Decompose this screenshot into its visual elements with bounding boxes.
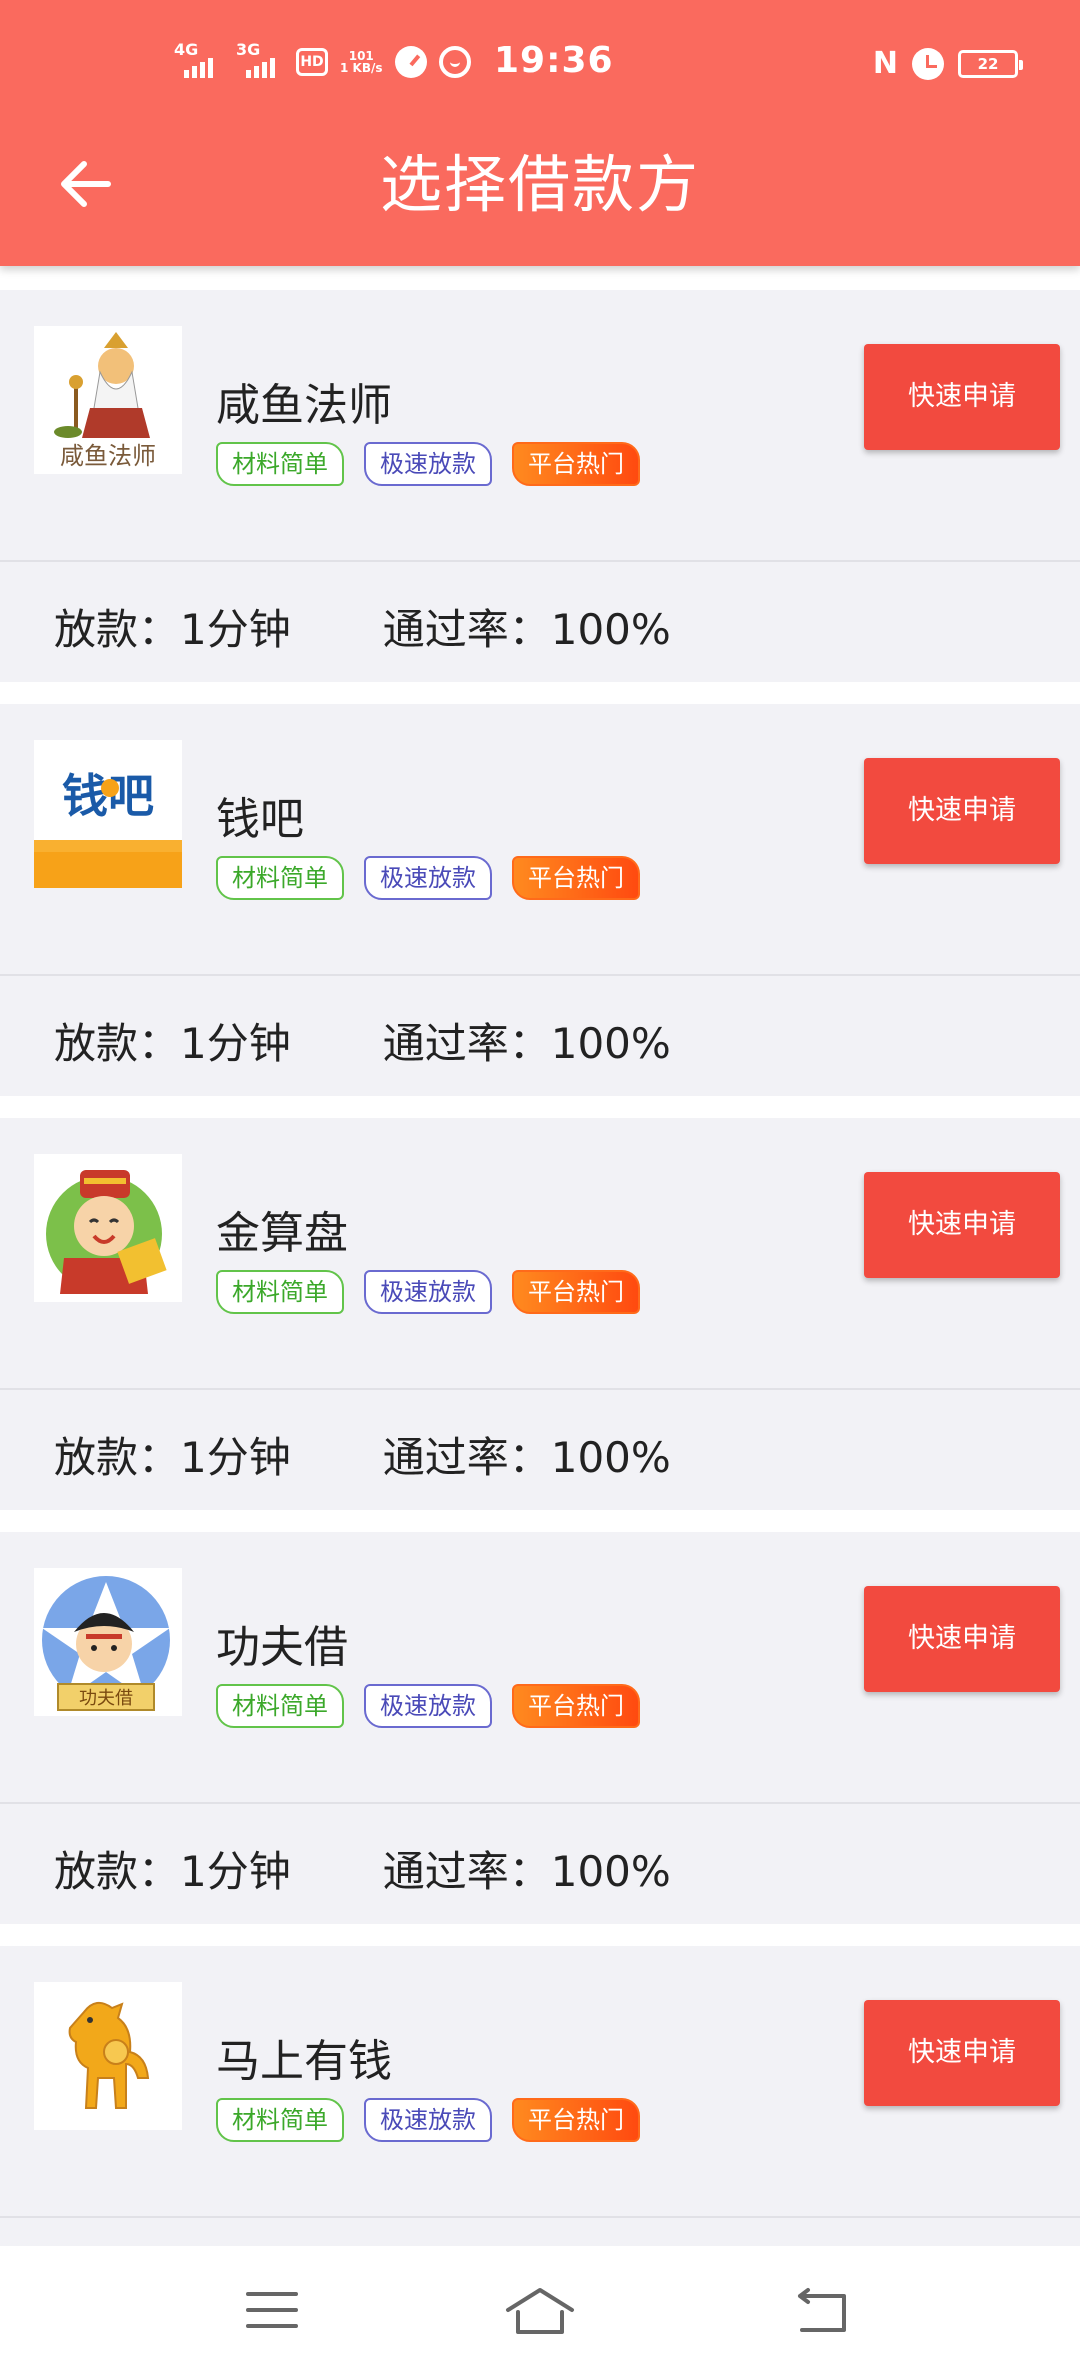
tag-hot: 平台热门: [512, 1270, 640, 1314]
lender-card: 钱吧 钱吧 材料简单 极速放款 平台热门 快速申请 放款：1分钟 通过率：100…: [0, 704, 1080, 1096]
golden-horse-logo-icon: [34, 1982, 182, 2130]
lender-logo-xianyufashi: 咸鱼法师: [34, 326, 182, 474]
alarm-icon: [912, 47, 944, 80]
message-icon: [438, 46, 471, 78]
lender-meta: 放款：1分钟 通过率：100%: [54, 1430, 671, 1486]
tag-group: 材料简单 极速放款 平台热门: [216, 442, 640, 486]
divider: [0, 560, 1080, 562]
status-bar: 4G 3G HD 101 1 KB/s 19:36 N 22: [0, 0, 1080, 130]
lender-meta: 放款：1分钟 通过率：100%: [54, 1844, 671, 1900]
apply-button[interactable]: 快速申请: [864, 1586, 1060, 1692]
network-label-2: 3G: [236, 40, 261, 59]
lender-meta: 放款：1分钟 通过率：100%: [54, 1016, 671, 1072]
lender-name: 金算盘: [216, 1208, 348, 1259]
menu-icon: [246, 2292, 298, 2328]
loan-time: 放款：1分钟: [54, 1433, 291, 1482]
status-time: 19:36: [494, 40, 614, 81]
speed-gauge-icon: [394, 46, 427, 78]
tag-fast-loan: 极速放款: [364, 1270, 492, 1314]
tag-hot: 平台热门: [512, 856, 640, 900]
speed-unit: KB/s: [352, 61, 383, 75]
nfc-icon: N: [872, 46, 898, 81]
kungfu-character-logo-icon: 功夫借: [34, 1568, 182, 1716]
abacus-character-logo-icon: [34, 1154, 182, 1302]
tag-fast-loan: 极速放款: [364, 2098, 492, 2142]
lender-list[interactable]: 咸鱼法师 咸鱼法师 材料简单 极速放款 平台热门 快速申请 放款：1分钟 通过率…: [0, 266, 1080, 2246]
wizard-logo-icon: 咸鱼法师: [34, 326, 182, 474]
tag-hot: 平台热门: [512, 442, 640, 486]
pass-rate: 通过率：100%: [382, 1019, 671, 1068]
lender-card: 咸鱼法师 咸鱼法师 材料简单 极速放款 平台热门 快速申请 放款：1分钟 通过率…: [0, 290, 1080, 682]
apply-button[interactable]: 快速申请: [864, 1172, 1060, 1278]
lender-card: 马上有钱 材料简单 极速放款 平台热门 快速申请: [0, 1946, 1080, 2246]
speed-sub: 1: [340, 61, 349, 75]
tag-simple-materials: 材料简单: [216, 1270, 344, 1314]
lender-name: 咸鱼法师: [216, 380, 392, 431]
lender-logo-jinsuanpan: [34, 1154, 182, 1302]
status-left-group: 4G 3G HD 101 1 KB/s: [172, 40, 471, 80]
lender-name: 马上有钱: [216, 2036, 392, 2087]
tag-group: 材料简单 极速放款 平台热门: [216, 1684, 640, 1728]
loan-time: 放款：1分钟: [54, 1847, 291, 1896]
divider: [0, 1802, 1080, 1804]
signal-4g-icon: 4G: [172, 40, 222, 80]
lender-name: 功夫借: [216, 1622, 348, 1673]
divider: [0, 2216, 1080, 2218]
home-icon: [506, 2288, 574, 2334]
hd-icon: HD: [296, 48, 328, 76]
qianba-logo-icon: 钱吧: [34, 740, 182, 888]
lender-logo-gongfujie: 功夫借: [34, 1568, 182, 1716]
back-icon: [798, 2288, 846, 2332]
tag-simple-materials: 材料简单: [216, 1684, 344, 1728]
apply-button[interactable]: 快速申请: [864, 758, 1060, 864]
lender-logo-mashangyouqian: [34, 1982, 182, 2130]
page-title: 选择借款方: [379, 148, 700, 221]
menu-button[interactable]: [240, 2282, 304, 2338]
home-button[interactable]: [504, 2282, 576, 2338]
battery-level: 22: [977, 54, 999, 73]
apply-button[interactable]: 快速申请: [864, 344, 1060, 450]
tag-group: 材料简单 极速放款 平台热门: [216, 1270, 640, 1314]
lender-name: 钱吧: [216, 794, 304, 845]
lender-logo-qianba: 钱吧: [34, 740, 182, 888]
apply-button[interactable]: 快速申请: [864, 2000, 1060, 2106]
pass-rate: 通过率：100%: [382, 605, 671, 654]
lender-meta: 放款：1分钟 通过率：100%: [54, 602, 671, 658]
tag-group: 材料简单 极速放款 平台热门: [216, 856, 640, 900]
signal-3g-icon: 3G: [234, 40, 284, 80]
app-header: 4G 3G HD 101 1 KB/s 19:36 N 22 选择借款方: [0, 0, 1080, 266]
loan-time: 放款：1分钟: [54, 1019, 291, 1068]
divider: [0, 1388, 1080, 1390]
logo-text: 功夫借: [79, 1688, 133, 1709]
tag-simple-materials: 材料简单: [216, 856, 344, 900]
tag-fast-loan: 极速放款: [364, 442, 492, 486]
pass-rate: 通过率：100%: [382, 1433, 671, 1482]
back-nav-button[interactable]: [790, 2282, 854, 2338]
lender-card: 功夫借 功夫借 材料简单 极速放款 平台热门 快速申请 放款：1分钟 通过率：1…: [0, 1532, 1080, 1924]
tag-simple-materials: 材料简单: [216, 442, 344, 486]
tag-hot: 平台热门: [512, 2098, 640, 2142]
tag-fast-loan: 极速放款: [364, 1684, 492, 1728]
divider: [0, 974, 1080, 976]
tag-hot: 平台热门: [512, 1684, 640, 1728]
network-label-1: 4G: [174, 40, 199, 59]
tag-simple-materials: 材料简单: [216, 2098, 344, 2142]
loan-time: 放款：1分钟: [54, 605, 291, 654]
battery-icon: 22: [958, 49, 1023, 78]
system-nav-bar: [0, 2248, 1080, 2376]
pass-rate: 通过率：100%: [382, 1847, 671, 1896]
lender-card: 金算盘 材料简单 极速放款 平台热门 快速申请 放款：1分钟 通过率：100%: [0, 1118, 1080, 1510]
tag-fast-loan: 极速放款: [364, 856, 492, 900]
logo-text: 咸鱼法师: [60, 442, 156, 470]
tag-group: 材料简单 极速放款 平台热门: [216, 2098, 640, 2142]
network-speed: 101 1 KB/s: [340, 50, 383, 74]
status-right-group: N 22: [872, 46, 1023, 81]
